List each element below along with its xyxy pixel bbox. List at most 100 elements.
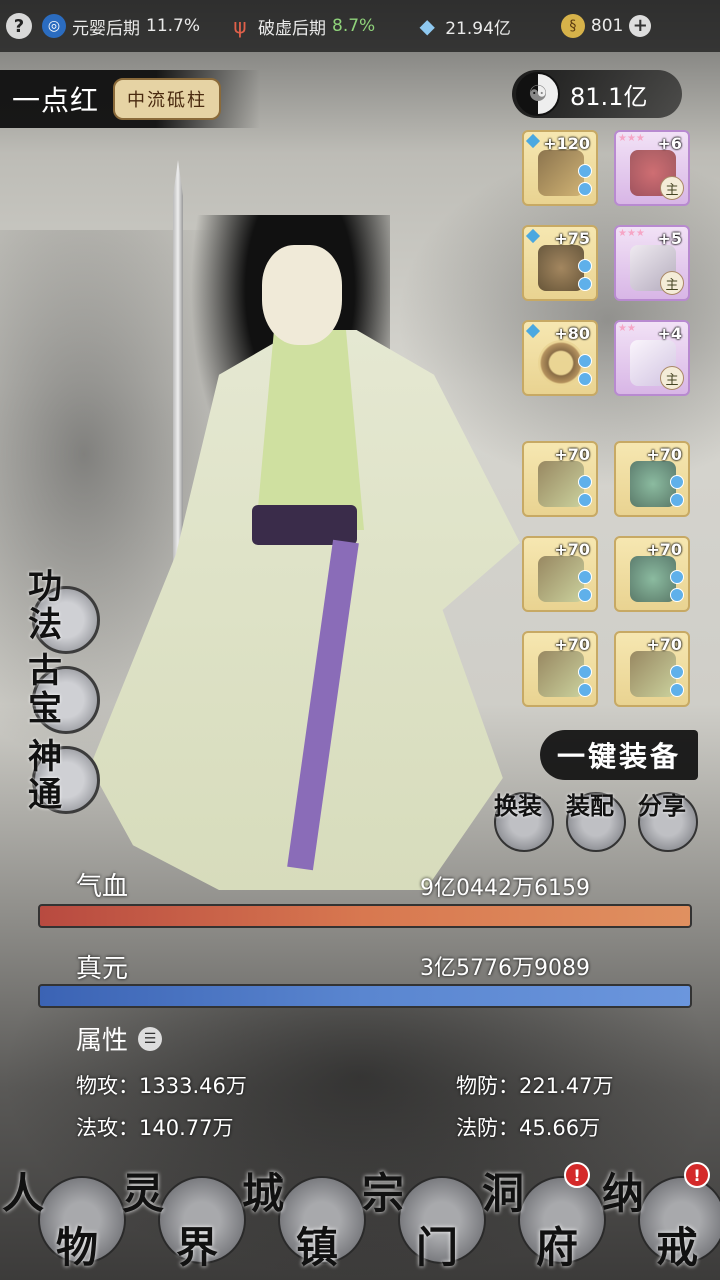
equip-level: +5: [657, 229, 682, 248]
nav-spirit-realm[interactable]: 灵 界: [120, 1158, 246, 1280]
nav-char-1: 洞: [482, 1169, 525, 1218]
character-name: 一点红: [12, 84, 100, 117]
name-banner: 一点红 中流砥柱: [0, 70, 260, 128]
upgrade-dot-icon: [578, 182, 592, 196]
one-key-equip-button[interactable]: 一键装备: [540, 730, 698, 780]
character-title-plate[interactable]: 中流砥柱: [113, 78, 222, 120]
coin-icon: §: [560, 14, 585, 38]
add-gold-button[interactable]: +: [629, 15, 652, 37]
equip-level: +80: [554, 324, 590, 343]
gem-icon: [525, 323, 541, 339]
gem-icon: [525, 133, 541, 149]
equip-level: +70: [646, 540, 682, 559]
equip-slot-artifact-5[interactable]: +70: [522, 631, 598, 707]
equipment-grid-top: +120 ★★★ +6 主 +75 ★★★ +5 主 +80 ★★ +4 主: [522, 130, 690, 396]
spirit-stone-value: 21.94亿: [445, 18, 511, 39]
yin-yang-icon: ☯: [516, 72, 560, 116]
star-rating-icon: ★★★: [618, 133, 645, 144]
shentong-label: 神通: [28, 737, 70, 815]
nav-storage-ring[interactable]: 纳 戒 !: [600, 1158, 720, 1280]
nav-char-1: 城: [242, 1169, 285, 1218]
tribulation-progress[interactable]: ψ 破虚后期 8.7%: [228, 14, 375, 39]
mp-label: 真元: [76, 954, 129, 984]
upgrade-dot-icon: [578, 588, 592, 602]
phys-atk-stat: 物攻：1333.46万: [76, 1070, 247, 1100]
equip-level: +6: [657, 134, 682, 153]
equip-slot-accessory[interactable]: +80: [522, 320, 598, 396]
nav-char-1: 灵: [122, 1169, 165, 1218]
nav-town[interactable]: 城 镇: [240, 1158, 366, 1280]
equip-level: +70: [554, 445, 590, 464]
belt-illustration: [252, 505, 357, 545]
upgrade-dot-icon: [578, 683, 592, 697]
nav-char-2: 界: [176, 1223, 219, 1272]
equip-slot-treasure-3[interactable]: ★★ +4 主: [614, 320, 690, 396]
nav-char-2: 镇: [296, 1223, 339, 1272]
hp-value: 9亿0442万6159: [420, 876, 590, 901]
nav-char-2: 物: [56, 1223, 99, 1272]
help-button[interactable]: ?: [6, 13, 32, 39]
combat-power-value: 81.1亿: [570, 82, 648, 111]
equip-slot-artifact-3[interactable]: +70: [522, 536, 598, 612]
equip-slot-treasure-2[interactable]: ★★★ +5 主: [614, 225, 690, 301]
spirit-stone-counter[interactable]: ◆ 21.94亿: [415, 14, 511, 39]
upgrade-dot-icon: [578, 372, 592, 386]
realm-progress[interactable]: ◎ 元婴后期 11.7%: [42, 14, 200, 39]
upgrade-dot-icon: [578, 493, 592, 507]
equip-level: +120: [543, 134, 590, 153]
change-outfit-label: 换装: [494, 791, 542, 820]
match-label: 装配: [566, 791, 614, 820]
phys-atk-label: 物攻：: [76, 1074, 139, 1098]
equip-slot-artifact-4[interactable]: +70: [614, 536, 690, 612]
phys-def-label: 物防：: [456, 1074, 519, 1098]
equip-level: +70: [554, 635, 590, 654]
nav-char-1: 宗: [362, 1169, 405, 1218]
mag-atk-value: 140.77万: [139, 1116, 234, 1140]
mag-atk-label: 法攻：: [76, 1116, 139, 1140]
equipment-grid-bottom: +70 +70 +70 +70 +70 +70: [522, 441, 690, 707]
swirl-icon: ◎: [42, 14, 66, 38]
trident-icon: ψ: [233, 14, 247, 38]
nav-character[interactable]: 人 物: [0, 1158, 126, 1280]
equip-level: +4: [657, 324, 682, 343]
realm-value: 11.7%: [146, 16, 201, 36]
equip-slot-artifact-2[interactable]: +70: [614, 441, 690, 517]
equip-level: +75: [554, 229, 590, 248]
upgrade-dot-icon: [670, 665, 684, 679]
share-label: 分享: [638, 791, 686, 820]
nav-cave[interactable]: 洞 府 !: [480, 1158, 606, 1280]
equip-slot-weapon[interactable]: +120: [522, 130, 598, 206]
equip-level: +70: [646, 635, 682, 654]
character-face: [262, 245, 342, 345]
mag-def-stat: 法防：45.66万: [456, 1112, 600, 1142]
gubao-label: 古宝: [28, 651, 70, 729]
list-icon[interactable]: ☰: [138, 1026, 163, 1051]
equip-slot-artifact-6[interactable]: +70: [614, 631, 690, 707]
mag-def-value: 45.66万: [519, 1116, 601, 1140]
main-badge: 主: [660, 271, 684, 295]
combat-power: ☯ 81.1亿: [512, 70, 682, 118]
upgrade-dot-icon: [578, 665, 592, 679]
equip-level: +70: [554, 540, 590, 559]
equip-slot-treasure-1[interactable]: ★★★ +6 主: [614, 130, 690, 206]
nav-char-2: 门: [416, 1223, 459, 1272]
attributes-header[interactable]: 属性 ☰: [76, 1020, 163, 1057]
equip-level: +70: [646, 445, 682, 464]
gem-icon: [525, 228, 541, 244]
gold-counter[interactable]: § 801 +: [560, 14, 652, 38]
mp-value: 3亿5776万9089: [420, 956, 590, 981]
main-badge: 主: [660, 176, 684, 200]
alert-icon: !: [684, 1162, 710, 1188]
upgrade-dot-icon: [578, 164, 592, 178]
resource-bar: ? ◎ 元婴后期 11.7% ψ 破虚后期 8.7% ◆ 21.94亿 § 80…: [0, 0, 720, 52]
main-badge: 主: [660, 366, 684, 390]
character-screen: ? ◎ 元婴后期 11.7% ψ 破虚后期 8.7% ◆ 21.94亿 § 80…: [0, 0, 720, 1280]
tribulation-label: 破虚后期: [258, 18, 327, 39]
nav-char-1: 纳: [602, 1169, 645, 1218]
equip-slot-armor[interactable]: +75: [522, 225, 598, 301]
alert-icon: !: [564, 1162, 590, 1188]
nav-char-2: 府: [536, 1223, 579, 1272]
equip-slot-artifact-1[interactable]: +70: [522, 441, 598, 517]
phys-def-value: 221.47万: [519, 1074, 614, 1098]
nav-sect[interactable]: 宗 门: [360, 1158, 486, 1280]
